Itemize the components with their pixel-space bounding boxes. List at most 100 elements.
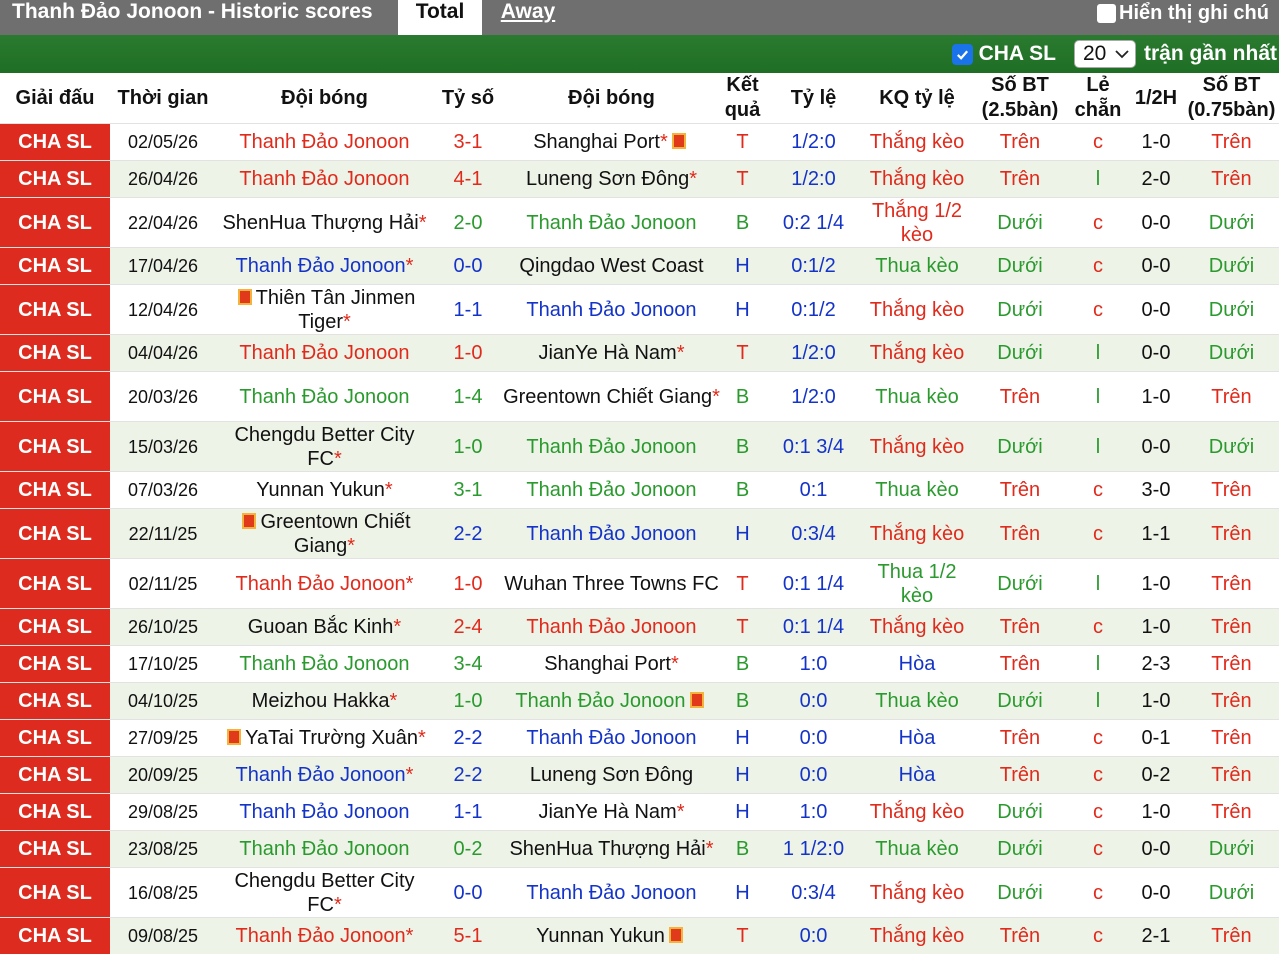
table-row[interactable]: CHA SL 07/03/26 Yunnan Yukun* 3-1 Thanh Đảo … (0, 471, 1279, 508)
score-cell[interactable]: 3-1 (433, 124, 503, 160)
home-team-cell[interactable]: Yunnan Yukun* (216, 472, 433, 508)
home-team-cell[interactable]: Thiên Tân Jinmen Tiger* (216, 285, 433, 334)
table-row[interactable]: CHA SL 12/04/26 Thiên Tân Jinmen Tiger* 1-1… (0, 284, 1279, 334)
away-team-cell[interactable]: Thanh Đảo Jonoon (503, 198, 720, 247)
away-team[interactable]: Thanh Đảo Jonoon (515, 689, 707, 713)
league-cell[interactable]: CHA SL (0, 372, 110, 421)
score-cell[interactable]: 5-1 (433, 918, 503, 954)
league-cell[interactable]: CHA SL (0, 831, 110, 867)
table-row[interactable]: CHA SL 22/04/26 ShenHua Thượng Hải* 2-0 Than… (0, 197, 1279, 247)
table-row[interactable]: CHA SL 04/10/25 Meizhou Hakka* 1-0 Thanh Đảo… (0, 682, 1279, 719)
table-row[interactable]: CHA SL 04/04/26 Thanh Đảo Jonoon 1-0 JianYe … (0, 334, 1279, 371)
league-cell[interactable]: CHA SL (0, 124, 110, 160)
score-cell[interactable]: 1-0 (433, 422, 503, 471)
away-team-cell[interactable]: Thanh Đảo Jonoon (503, 868, 720, 917)
score-cell[interactable]: 1-1 (433, 794, 503, 830)
table-row[interactable]: CHA SL 02/11/25 Thanh Đảo Jonoon* 1-0 Wuhan … (0, 558, 1279, 608)
away-team-cell[interactable]: Luneng Sơn Đông* (503, 161, 720, 197)
home-team-cell[interactable]: Thanh Đảo Jonoon* (216, 757, 433, 793)
score-cell[interactable]: 1-4 (433, 372, 503, 421)
away-team-cell[interactable]: Thanh Đảo Jonoon (503, 609, 720, 645)
home-team[interactable]: Greentown Chiết Giang* (216, 510, 433, 558)
home-team[interactable]: Thanh Đảo Jonoon (239, 652, 409, 676)
home-team-cell[interactable]: ShenHua Thượng Hải* (216, 198, 433, 247)
score-cell[interactable]: 0-0 (433, 248, 503, 284)
away-team-cell[interactable]: Greentown Chiết Giang* (503, 372, 720, 421)
home-team-cell[interactable]: Thanh Đảo Jonoon (216, 335, 433, 371)
home-team[interactable]: YaTai Trường Xuân* (223, 726, 426, 750)
score-cell[interactable]: 3-4 (433, 646, 503, 682)
league-cell[interactable]: CHA SL (0, 559, 110, 608)
table-row[interactable]: CHA SL 27/09/25 YaTai Trường Xuân* 2-2 Thanh… (0, 719, 1279, 756)
home-team[interactable]: Thanh Đảo Jonoon* (236, 924, 414, 948)
away-team[interactable]: Luneng Sơn Đông (530, 763, 693, 787)
table-row[interactable]: CHA SL 16/08/25 Chengdu Better City FC* 0-0… (0, 867, 1279, 917)
home-team-cell[interactable]: Meizhou Hakka* (216, 683, 433, 719)
show-notes-toggle[interactable]: Hiển thị ghi chú (1097, 0, 1269, 26)
tab-total[interactable]: Total (398, 0, 482, 35)
home-team[interactable]: Thanh Đảo Jonoon (239, 167, 409, 191)
away-team-cell[interactable]: Wuhan Three Towns FC (503, 559, 720, 608)
score-cell[interactable]: 3-1 (433, 472, 503, 508)
away-team-cell[interactable]: Thanh Đảo Jonoon (503, 285, 720, 334)
away-team-cell[interactable]: Thanh Đảo Jonoon (503, 472, 720, 508)
league-cell[interactable]: CHA SL (0, 794, 110, 830)
away-team[interactable]: Thanh Đảo Jonoon (526, 726, 696, 750)
score-cell[interactable]: 2-4 (433, 609, 503, 645)
home-team[interactable]: Thanh Đảo Jonoon (239, 385, 409, 409)
home-team-cell[interactable]: Thanh Đảo Jonoon* (216, 918, 433, 954)
table-row[interactable]: CHA SL 26/10/25 Guoan Bắc Kinh* 2-4 Thanh Đả… (0, 608, 1279, 645)
home-team[interactable]: ShenHua Thượng Hải* (222, 211, 426, 235)
score-cell[interactable]: 1-0 (433, 559, 503, 608)
away-team[interactable]: Thanh Đảo Jonoon (526, 881, 696, 905)
score-cell[interactable]: 1-0 (433, 335, 503, 371)
home-team[interactable]: Thanh Đảo Jonoon (239, 800, 409, 824)
away-team[interactable]: Thanh Đảo Jonoon (526, 211, 696, 235)
league-cell[interactable]: CHA SL (0, 609, 110, 645)
league-cell[interactable]: CHA SL (0, 868, 110, 917)
league-cell[interactable]: CHA SL (0, 161, 110, 197)
away-team[interactable]: Qingdao West Coast (519, 254, 703, 278)
away-team-cell[interactable]: Thanh Đảo Jonoon (503, 509, 720, 558)
away-team[interactable]: ShenHua Thượng Hải* (509, 837, 713, 861)
away-team-cell[interactable]: Thanh Đảo Jonoon (503, 422, 720, 471)
league-cell[interactable]: CHA SL (0, 683, 110, 719)
home-team[interactable]: Chengdu Better City FC* (216, 869, 433, 917)
table-row[interactable]: CHA SL 17/04/26 Thanh Đảo Jonoon* 0-0 Qingda… (0, 247, 1279, 284)
away-team-cell[interactable]: Thanh Đảo Jonoon (503, 683, 720, 719)
league-cell[interactable]: CHA SL (0, 646, 110, 682)
away-team[interactable]: JianYe Hà Nam* (538, 800, 684, 824)
score-cell[interactable]: 2-0 (433, 198, 503, 247)
home-team[interactable]: Thanh Đảo Jonoon (239, 837, 409, 861)
away-team[interactable]: Thanh Đảo Jonoon (526, 298, 696, 322)
home-team-cell[interactable]: Chengdu Better City FC* (216, 422, 433, 471)
home-team[interactable]: Thanh Đảo Jonoon (239, 341, 409, 365)
away-team-cell[interactable]: Yunnan Yukun (503, 918, 720, 954)
away-team-cell[interactable]: JianYe Hà Nam* (503, 335, 720, 371)
home-team-cell[interactable]: Thanh Đảo Jonoon (216, 831, 433, 867)
home-team-cell[interactable]: Thanh Đảo Jonoon (216, 161, 433, 197)
league-cell[interactable]: CHA SL (0, 335, 110, 371)
league-cell[interactable]: CHA SL (0, 720, 110, 756)
home-team-cell[interactable]: Thanh Đảo Jonoon* (216, 559, 433, 608)
league-cell[interactable]: CHA SL (0, 918, 110, 954)
home-team-cell[interactable]: Chengdu Better City FC* (216, 868, 433, 917)
home-team-cell[interactable]: Thanh Đảo Jonoon* (216, 248, 433, 284)
away-team-cell[interactable]: Luneng Sơn Đông (503, 757, 720, 793)
home-team-cell[interactable]: Thanh Đảo Jonoon (216, 646, 433, 682)
score-cell[interactable]: 2-2 (433, 757, 503, 793)
away-team[interactable]: JianYe Hà Nam* (538, 341, 684, 365)
away-team-cell[interactable]: Qingdao West Coast (503, 248, 720, 284)
score-cell[interactable]: 2-2 (433, 720, 503, 756)
league-cell[interactable]: CHA SL (0, 422, 110, 471)
table-row[interactable]: CHA SL 20/09/25 Thanh Đảo Jonoon* 2-2 Luneng… (0, 756, 1279, 793)
score-cell[interactable]: 0-0 (433, 868, 503, 917)
home-team-cell[interactable]: Greentown Chiết Giang* (216, 509, 433, 558)
league-cell[interactable]: CHA SL (0, 757, 110, 793)
league-cell[interactable]: CHA SL (0, 198, 110, 247)
score-cell[interactable]: 0-2 (433, 831, 503, 867)
league-cell[interactable]: CHA SL (0, 285, 110, 334)
table-row[interactable]: CHA SL 09/08/25 Thanh Đảo Jonoon* 5-1 Yunnan… (0, 917, 1279, 954)
away-team[interactable]: Greentown Chiết Giang* (503, 385, 720, 409)
score-cell[interactable]: 1-1 (433, 285, 503, 334)
